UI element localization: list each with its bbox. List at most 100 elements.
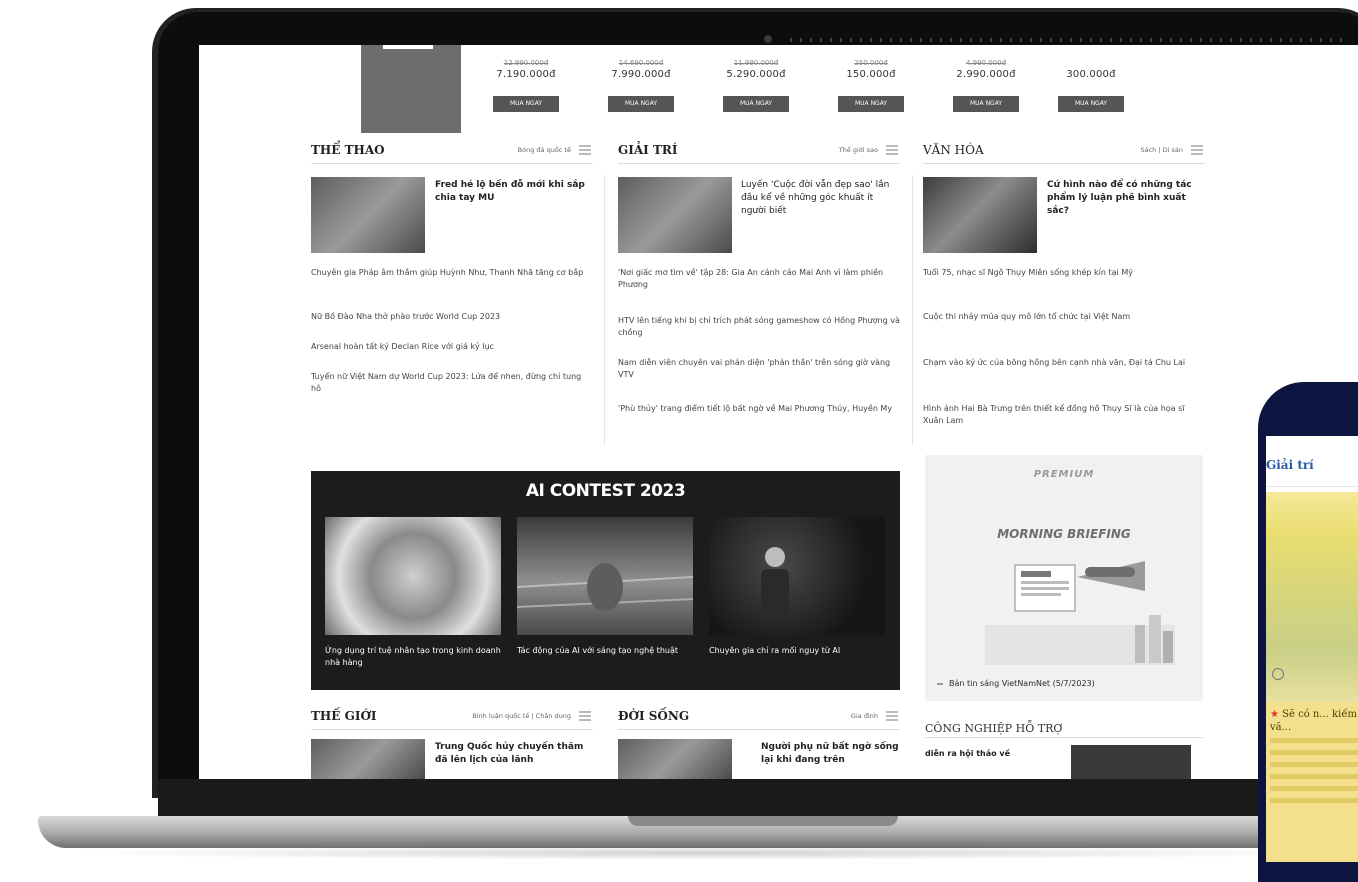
promo-price: 7.190.000đ: [496, 69, 556, 80]
text-line: [1270, 798, 1358, 803]
section-header-the-thao: THỂ THAO Bóng đá quốc tế: [311, 143, 593, 164]
article-link[interactable]: Hình ảnh Hai Bà Trưng trên thiết kế đồng…: [923, 403, 1205, 426]
promo-item: 250.000đ 150.000đ MUA NGAY: [816, 59, 926, 112]
article-link[interactable]: Nam diễn viên chuyên vai phản diện 'phản…: [618, 357, 900, 380]
section-header-van-hoa: VĂN HÓA Sách | Di sản: [923, 143, 1205, 164]
menu-icon[interactable]: [886, 711, 898, 721]
article-link[interactable]: Tuyển nữ Việt Nam dự World Cup 2023: Lửa…: [311, 371, 593, 394]
contest-image[interactable]: [516, 517, 694, 635]
article-link[interactable]: Nữ Bồ Đào Nha thở phào trước World Cup 2…: [311, 311, 593, 323]
camera-icon: [764, 35, 772, 43]
newspaper-illustration-icon: [985, 561, 1175, 665]
article-link[interactable]: Tuổi 75, nhạc sĩ Ngô Thụy Miên sống khép…: [923, 267, 1205, 279]
text-line: [1270, 774, 1358, 779]
bezel-dots: [790, 38, 1350, 42]
section-header-the-gioi: THẾ GIỚI Bình luận quốc tế | Chân dung: [311, 709, 593, 730]
article-link[interactable]: Cuộc thi nhảy múa quy mô lớn tổ chức tại…: [923, 311, 1205, 323]
laptop-screen: 12.990.000đ 7.190.000đ MUA NGAY 14.690.0…: [199, 45, 1358, 779]
column-divider: [912, 175, 913, 445]
buy-now-button[interactable]: MUA NGAY: [1058, 96, 1124, 112]
lead-article-image[interactable]: [618, 177, 732, 253]
screen-bottom-bezel: [158, 779, 1358, 817]
menu-icon[interactable]: [579, 711, 591, 721]
promo-price: 2.990.000đ: [956, 69, 1016, 80]
lead-article-title[interactable]: Cứ hình nào để có những tác phẩm lý luận…: [1047, 179, 1205, 218]
promo-item: 11.990.000đ 5.290.000đ MUA NGAY: [701, 59, 811, 112]
contest-caption[interactable]: Ứng dụng trí tuệ nhân tạo trong kinh doa…: [325, 645, 501, 669]
section-subnav[interactable]: Bình luận quốc tế | Chân dung: [472, 712, 571, 720]
premium-caption-text[interactable]: Bản tin sáng VietNamNet (5/7/2023): [949, 679, 1095, 688]
lead-article-title[interactable]: Trung Quốc hủy chuyến thăm đã lên lịch c…: [435, 741, 593, 767]
phone-screen: Giải trí ★ Sẽ có n... kiếm vă...: [1266, 436, 1358, 862]
lead-article-image[interactable]: [618, 739, 732, 779]
lead-article-title[interactable]: Người phụ nữ bất ngờ sống lại khi đang t…: [761, 741, 901, 767]
section-title[interactable]: VĂN HÓA: [923, 143, 984, 157]
promo-price: 150.000đ: [846, 69, 896, 80]
buy-now-button[interactable]: MUA NGAY: [493, 96, 559, 112]
section-title[interactable]: ĐỜI SỐNG: [618, 709, 689, 723]
phone-article-lines: [1270, 738, 1358, 810]
article-link[interactable]: 'Nơi giấc mơ tìm về' tập 28: Gia An cảnh…: [618, 267, 900, 290]
contest-caption[interactable]: Tác động của AI với sáng tạo nghệ thuật: [517, 645, 693, 657]
buy-now-button[interactable]: MUA NGAY: [608, 96, 674, 112]
promo-old-price: [1046, 59, 1136, 69]
premium-subtitle: MORNING BRIEFING: [997, 527, 1131, 541]
article-link[interactable]: Chạm vào ký ức của bông hồng bên cạnh nh…: [923, 357, 1205, 369]
promo-price: 7.990.000đ: [611, 69, 671, 80]
section-subnav[interactable]: Bóng đá quốc tế: [518, 146, 571, 154]
lead-article-image[interactable]: [923, 177, 1037, 253]
buy-now-button[interactable]: MUA NGAY: [953, 96, 1019, 112]
buy-now-button[interactable]: MUA NGAY: [838, 96, 904, 112]
article-link[interactable]: HTV lên tiếng khi bị chỉ trích phát sóng…: [618, 315, 900, 338]
menu-icon[interactable]: [1191, 145, 1203, 155]
lead-article-title[interactable]: Luyến 'Cuộc đời vẫn đẹp sao' lần đầu kể …: [741, 179, 901, 218]
buy-now-button[interactable]: MUA NGAY: [723, 96, 789, 112]
phone-headline[interactable]: ★ Sẽ có n... kiếm vă...: [1270, 708, 1358, 734]
contest-image[interactable]: [709, 517, 885, 635]
bullet-icon: [937, 682, 943, 685]
section-header-doi-song: ĐỜI SỐNG Gia đình: [618, 709, 900, 730]
lead-article-title[interactable]: Fred hé lộ bến đỗ mới khi sắp chia tay M…: [435, 179, 593, 205]
contest-title[interactable]: AI CONTEST 2023: [311, 481, 900, 501]
phone-headline-text[interactable]: Sẽ có n... kiếm vă...: [1270, 709, 1357, 733]
section-subnav[interactable]: Thế giới sao: [839, 146, 878, 154]
promo-old-price: 12.990.000đ: [503, 59, 549, 67]
column-divider: [604, 175, 605, 445]
contest-caption[interactable]: Chuyên gia chỉ ra mối nguy từ AI: [709, 645, 885, 657]
lead-article-image[interactable]: [311, 739, 425, 779]
video-thumbnail[interactable]: [1071, 745, 1191, 779]
phone-section-title[interactable]: Giải trí: [1266, 458, 1314, 472]
contest-image-art: [516, 563, 694, 611]
section-title[interactable]: THẾ GIỚI: [311, 709, 377, 723]
premium-morning-briefing[interactable]: PREMIUM MORNING BRIEFING Bản tin sáng Vi…: [925, 455, 1203, 701]
section-subnav[interactable]: Sách | Di sản: [1141, 146, 1184, 154]
text-line: [1270, 738, 1358, 743]
promo-old-price: 11.990.000đ: [733, 59, 779, 67]
section-subnav[interactable]: Gia đình: [851, 712, 878, 720]
ai-contest-banner[interactable]: AI CONTEST 2023 Ứng dụng trí tuệ nhân tạ…: [311, 471, 900, 690]
laptop-shadow: [60, 846, 1350, 860]
section-title[interactable]: GIẢI TRÍ: [618, 143, 677, 157]
circle-icon: [1272, 668, 1284, 680]
laptop-hinge-notch: [628, 816, 898, 826]
promo-old-price: 4.990.000đ: [965, 59, 1007, 67]
article-link[interactable]: Chuyên gia Pháp âm thầm giúp Huỳnh Như, …: [311, 267, 593, 279]
promo-price: 300.000đ: [1066, 69, 1116, 80]
contest-image-art: [761, 547, 789, 619]
premium-caption[interactable]: Bản tin sáng VietNamNet (5/7/2023): [937, 679, 1095, 688]
lead-article-title[interactable]: diễn ra hội thảo về: [925, 747, 1025, 760]
promo-item: 14.690.000đ 7.990.000đ MUA NGAY: [586, 59, 696, 112]
text-line: [1270, 762, 1358, 767]
section-title[interactable]: THỂ THAO: [311, 143, 385, 157]
product-promo-strip: 12.990.000đ 7.190.000đ MUA NGAY 14.690.0…: [361, 45, 1124, 133]
article-link[interactable]: Arsenal hoàn tất ký Declan Rice với giá …: [311, 341, 593, 353]
article-link[interactable]: 'Phù thủy' trang điểm tiết lộ bất ngờ về…: [618, 403, 900, 415]
section-title[interactable]: CÔNG NGHIỆP HỖ TRỢ: [925, 722, 1062, 735]
menu-icon[interactable]: [579, 145, 591, 155]
text-line: [1270, 750, 1358, 755]
lead-article-image[interactable]: [311, 177, 425, 253]
promo-old-price: 14.690.000đ: [618, 59, 664, 67]
promo-old-price: 250.000đ: [854, 59, 888, 67]
menu-icon[interactable]: [886, 145, 898, 155]
contest-image[interactable]: [325, 517, 501, 635]
